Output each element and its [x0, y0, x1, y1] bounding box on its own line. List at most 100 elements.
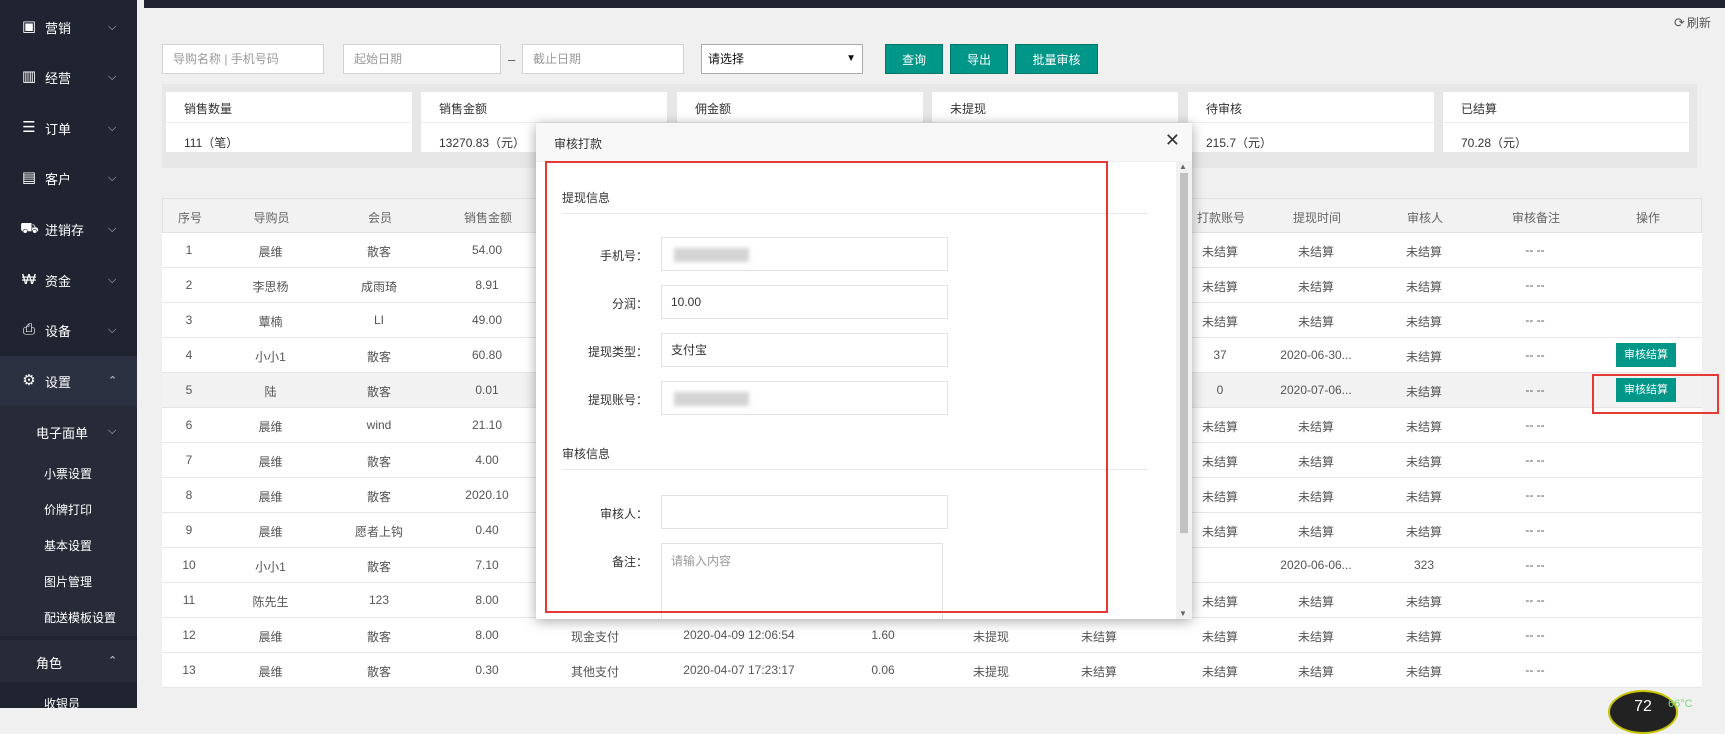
table-cell-no: 11 [182, 593, 196, 607]
table-cell-settle: 未结算 [1080, 630, 1117, 644]
submenu-item-images[interactable]: 图片管理 [44, 573, 92, 590]
sidebar-item-label: 营销 [45, 20, 72, 36]
sidebar-item-devices[interactable]: ⎙ 设备 ⌵ [0, 305, 137, 355]
start-date-input[interactable]: 起始日期 [343, 44, 501, 74]
table-cell-no: 5 [185, 383, 193, 397]
table-cell-amount: 8.91 [475, 278, 499, 292]
submenu-item-price-tag[interactable]: 价牌打印 [44, 501, 92, 518]
table-cell-no: 7 [185, 453, 193, 467]
sidebar-item-funds[interactable]: ₩ 资金 ⌵ [0, 255, 137, 305]
table-cell-auditor: 未结算 [1405, 350, 1442, 364]
scroll-down-icon[interactable]: ▼ [1179, 609, 1187, 618]
submenu-item-cashier[interactable]: 收银员 [44, 695, 80, 712]
table-cell-guide: 蕈楠 [258, 315, 283, 329]
chevron-down-icon: ⌵ [108, 274, 117, 286]
settings-submenu: 电子面单 ⌵ 小票设置 价牌打印 基本设置 图片管理 配送模板设置 [0, 406, 137, 636]
table-cell-time: 未结算 [1297, 525, 1334, 539]
truck-icon: ⛟ [20, 220, 39, 237]
sidebar-item-orders[interactable]: ☰ 订单 ⌵ [0, 103, 137, 153]
table-cell-guide: 晨维 [258, 420, 283, 434]
close-icon[interactable]: ✕ [1165, 130, 1180, 151]
sidebar-item-customers[interactable]: ▤ 客户 ⌵ [0, 153, 137, 203]
query-button[interactable]: 查询 [885, 44, 943, 74]
table-cell-member: LI [373, 313, 384, 327]
table-cell-auditor: 未结算 [1405, 665, 1442, 679]
dialog-scrollbar[interactable]: ▲ ▼ [1176, 161, 1192, 619]
column-header: 序号 [177, 211, 202, 225]
table-cell-guide: 晨维 [258, 525, 283, 539]
table-cell-time: 未结算 [1297, 595, 1334, 609]
gift-icon: ▣ [21, 18, 37, 35]
table-cell-no: 1 [185, 243, 193, 257]
table-row: 12 晨维 散客 8.00 现金支付 2020-04-09 12:06:54 1.60 未提现… [162, 618, 1702, 653]
table-cell-auditor: 未结算 [1405, 490, 1442, 504]
refresh-label: 刷新 [1686, 16, 1711, 30]
table-cell-remark: -- -- [1525, 313, 1545, 327]
table-cell-guide: 小小1 [255, 350, 286, 364]
table-cell-acct: 未结算 [1201, 455, 1238, 469]
table-cell-guide: 晨维 [258, 455, 283, 469]
stat-value: 111（笔） [184, 136, 239, 150]
sidebar-item-label: 资金 [45, 273, 72, 289]
table-cell-time: 未结算 [1297, 630, 1334, 644]
scroll-thumb[interactable] [1180, 173, 1188, 533]
sidebar-item-business[interactable]: ▥ 经营 ⌵ [0, 52, 137, 102]
table-cell-time: 未结算 [1297, 315, 1334, 329]
table-cell-date: 2020-04-07 17:23:17 [683, 663, 795, 677]
table-cell-date: 2020-04-09 12:06:54 [683, 628, 795, 642]
sidebar-item-marketing[interactable]: ▣ 营销 ⌵ [0, 2, 137, 52]
scroll-up-icon[interactable]: ▲ [1179, 162, 1187, 171]
submenu-group-role[interactable]: 角色 ⌃ [0, 640, 137, 682]
column-header: 导购员 [253, 211, 290, 225]
end-date-input[interactable]: 截止日期 [522, 44, 684, 74]
audit-settle-button[interactable]: 审核结算 [1616, 343, 1676, 367]
chevron-down-icon: ⌵ [108, 71, 117, 83]
table-cell-time: 未结算 [1297, 490, 1334, 504]
table-cell-acct: 未结算 [1201, 315, 1238, 329]
chevron-down-icon: ⌵ [108, 324, 117, 336]
table-cell-member: 成雨琦 [360, 280, 397, 294]
chevron-up-icon: ⌃ [108, 655, 118, 667]
table-cell-time: 未结算 [1297, 280, 1334, 294]
search-input[interactable]: 导购名称 | 手机号码 [162, 44, 324, 74]
sidebar-item-inventory[interactable]: ⛟ 进销存 ⌵ [0, 204, 137, 254]
table-cell-acct: 未结算 [1201, 245, 1238, 259]
table-cell-member: wind [366, 418, 392, 432]
table-cell-auditor: 未结算 [1405, 525, 1442, 539]
table-cell-guide: 李思杨 [252, 280, 289, 294]
submenu-item-basic[interactable]: 基本设置 [44, 537, 92, 554]
submenu-group-eform[interactable]: 电子面单 ⌵ [0, 410, 137, 452]
cpu-monitor-widget[interactable]: 72 [1608, 690, 1678, 734]
table-cell-time: 2020-06-06... [1280, 558, 1352, 572]
table-cell-remark: -- -- [1525, 663, 1545, 677]
submenu-item-delivery[interactable]: 配送模板设置 [44, 609, 116, 626]
table-cell-auditor: 未结算 [1405, 595, 1442, 609]
table-cell-time: 未结算 [1297, 665, 1334, 679]
table-cell-amount: 8.00 [475, 593, 499, 607]
refresh-button[interactable]: ⟳ 刷新 [1674, 14, 1711, 31]
batch-audit-button[interactable]: 批量审核 [1015, 44, 1098, 74]
table-cell-remark: -- -- [1525, 383, 1545, 397]
table-cell-acct: 未结算 [1201, 630, 1238, 644]
dialog-header: 审核打款 ✕ [536, 123, 1192, 162]
export-button[interactable]: 导出 [950, 44, 1008, 74]
table-cell-status: 未提现 [972, 630, 1009, 644]
id-card-icon: ▤ [21, 169, 37, 186]
table-cell-member: 散客 [366, 455, 391, 469]
table-cell-no: 3 [185, 313, 193, 327]
stat-card: 销售数量 111（笔） [166, 92, 412, 152]
sidebar-item-settings[interactable]: ⚙ 设置 ⌃ [0, 356, 137, 406]
table-cell-guide: 陈先生 [252, 595, 289, 609]
status-select[interactable]: 请选择 ▼ [701, 44, 863, 74]
table-cell-remark: -- -- [1525, 593, 1545, 607]
sidebar-item-label: 设置 [45, 374, 72, 390]
table-cell-amount: 21.10 [471, 418, 503, 432]
table-cell-member: 愿者上钩 [354, 525, 403, 539]
submenu-group-label: 电子面单 [36, 426, 89, 441]
sidebar: ▣ 营销 ⌵ ▥ 经营 ⌵ ☰ 订单 ⌵ ▤ 客户 ⌵ ⛟ 进销存 ⌵ ₩ 资金… [0, 0, 137, 711]
table-cell-acct: 37 [1213, 348, 1227, 362]
table-cell-auditor: 323 [1413, 558, 1435, 572]
table-cell-amount: 49.00 [471, 313, 503, 327]
submenu-item-receipt[interactable]: 小票设置 [44, 465, 92, 482]
table-cell-amount: 4.00 [475, 453, 499, 467]
